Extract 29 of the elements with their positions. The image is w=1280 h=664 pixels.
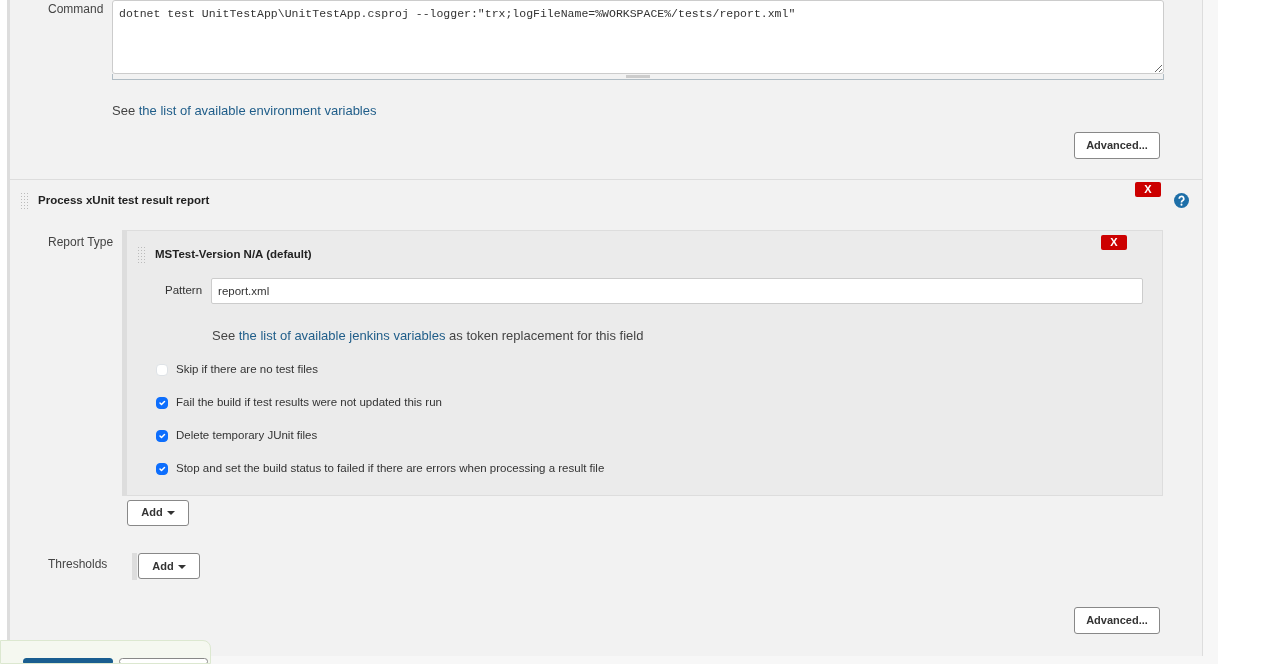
delete-button[interactable]: X <box>1101 234 1127 250</box>
field-label: Pattern <box>165 282 203 298</box>
advanced-button[interactable]: Advanced... <box>1074 131 1160 159</box>
option-label: Skip if there are no test files <box>176 362 318 378</box>
advanced-button[interactable]: Advanced... <box>1074 606 1160 634</box>
checkbox[interactable] <box>156 463 168 475</box>
option-label: Fail the build if test results were not updated this run <box>176 395 442 411</box>
caret-icon <box>177 564 186 569</box>
command-field[interactable]: dotnet test UnitTestApp\UnitTestApp.csproj --logger:"trx;logFileName=%WORKSPACE%/tests/report.xml" <box>112 0 1164 74</box>
checkbox[interactable] <box>156 397 168 409</box>
option-label: Stop and set the build status to failed if there are errors when processing a result file <box>176 461 605 477</box>
tool-title: MSTest-Version N/A (default) <box>155 246 312 262</box>
field-label: Report Type <box>47 233 115 251</box>
help-link[interactable]: the list of available jenkins variables <box>238 327 446 343</box>
checkbox[interactable] <box>156 430 168 442</box>
add-button[interactable]: Add <box>127 499 189 526</box>
secondary-button[interactable] <box>119 658 208 663</box>
pattern-field[interactable]: report.xml <box>211 277 1144 304</box>
hint-text: See the list of available jenkins variables as token replacement for this field <box>212 326 645 345</box>
field-label: Thresholds <box>47 555 109 573</box>
help-icon[interactable] <box>1174 192 1189 208</box>
hint-text: See the list of available environment variables <box>112 102 378 120</box>
add-button[interactable]: Add <box>138 552 200 579</box>
option-label: Delete temporary JUnit files <box>176 428 318 444</box>
caret-icon <box>166 511 175 516</box>
delete-button[interactable]: X <box>1135 181 1161 197</box>
section-title: Process xUnit test result report <box>38 192 210 208</box>
help-link[interactable]: the list of available environment variables <box>138 103 377 118</box>
field-label: Command <box>47 1 105 18</box>
